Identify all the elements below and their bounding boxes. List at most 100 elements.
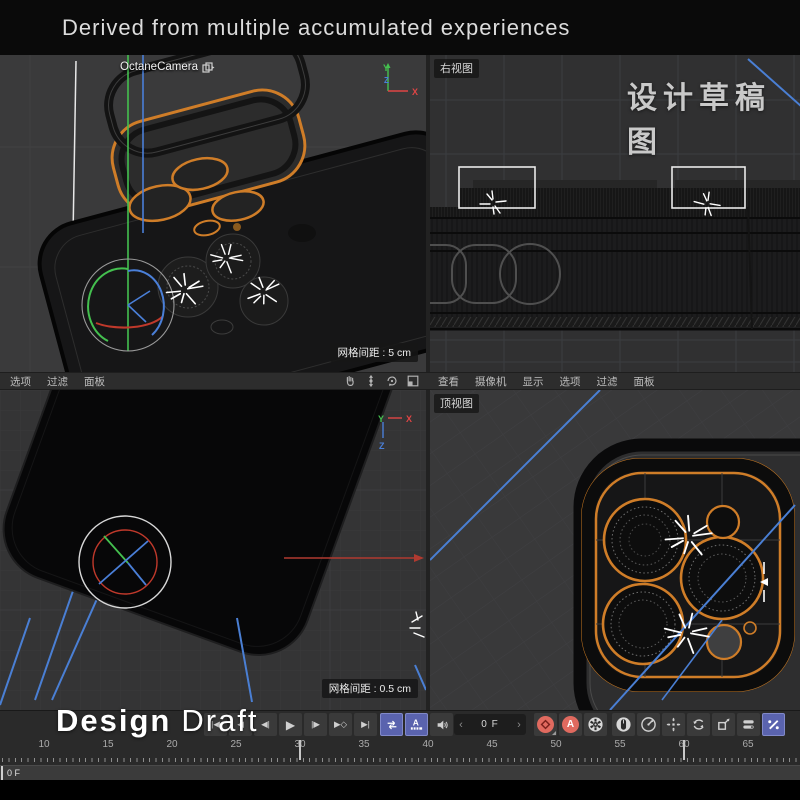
axis-gizmo-perspective: Y Z X	[378, 59, 424, 105]
frame-increment-arrow[interactable]: ›	[512, 719, 526, 731]
ruler-tick-label: 45	[486, 739, 497, 750]
play-sound-button[interactable]	[430, 713, 453, 736]
current-frame-label: 0 F	[7, 768, 20, 778]
bottom-black-bar	[0, 780, 800, 800]
grid-spacing-label-back: 网格间距 : 0.5 cm	[322, 679, 418, 698]
viewport-divider-top[interactable]	[426, 55, 430, 372]
frame-decrement-arrow[interactable]: ‹	[454, 719, 468, 731]
next-key-button[interactable]: ▶◇	[329, 713, 352, 736]
rotation-interpolation-button[interactable]	[637, 713, 660, 736]
keyframe-selection-button[interactable]	[612, 713, 635, 736]
perspective-art	[0, 55, 426, 372]
menu-display[interactable]: 显示	[523, 374, 544, 389]
record-position-button[interactable]	[662, 713, 685, 736]
top-view-art	[430, 390, 800, 710]
selection-filter-icon	[615, 716, 632, 733]
camera-link-icon	[202, 62, 215, 73]
pla-slash-icon	[766, 717, 781, 732]
menu-options-left[interactable]: 选项	[10, 374, 31, 389]
timeline-ruler[interactable]: 10 15 20 25 30 35 40 45 50 55 60 65	[0, 738, 800, 753]
grid-spacing-label: 网格间距 : 5 cm	[330, 343, 418, 362]
design-sketch-watermark: 设计草稿图	[627, 73, 800, 161]
ruler-tick-label: 15	[102, 739, 113, 750]
back-view-art	[0, 390, 426, 710]
minor-ticks	[2, 758, 798, 762]
record-scale-button[interactable]	[712, 713, 735, 736]
major-tick-30	[299, 740, 301, 760]
autokey-button[interactable]: A	[559, 713, 582, 736]
play-range-button[interactable]: A	[405, 713, 428, 736]
menu-filter-left[interactable]: 过滤	[47, 374, 68, 389]
major-tick-60	[683, 740, 685, 760]
menubar-left: 选项 过滤 面板	[0, 373, 428, 389]
move-vertical-icon[interactable]	[364, 374, 378, 388]
play-button[interactable]: ▶	[279, 713, 302, 736]
ruler-tick-label: 50	[550, 739, 561, 750]
ruler-tick-label: 25	[230, 739, 241, 750]
svg-text:Y: Y	[383, 63, 389, 73]
scale-box-icon	[716, 717, 731, 732]
menu-filter-right[interactable]: 过滤	[597, 374, 618, 389]
banner-title: Derived from multiple accumulated experi…	[62, 15, 570, 41]
next-frame-button[interactable]: |▶	[304, 713, 327, 736]
svg-text:Y: Y	[378, 414, 384, 424]
design-draft-watermark: DesignDraft	[56, 703, 259, 739]
autokey-a-icon: A	[562, 716, 579, 733]
speaker-icon	[435, 718, 449, 732]
ruler-tick-label: 65	[742, 739, 753, 750]
frame-strip[interactable]: 0 F	[0, 765, 800, 780]
ruler-tick-label: 20	[166, 739, 177, 750]
keying-group: A	[534, 713, 607, 736]
viewport-top-view[interactable]: 顶视图	[430, 390, 800, 710]
playhead-marker[interactable]	[1, 766, 3, 780]
position-crosshair-icon	[666, 717, 681, 732]
gear-icon	[587, 716, 604, 733]
playback-mode-group: A	[380, 713, 428, 736]
record-keyframe-button[interactable]	[534, 713, 557, 736]
ruler-tick-label: 10	[38, 739, 49, 750]
svg-text:Z: Z	[384, 76, 389, 85]
timeline-tickrow[interactable]	[0, 753, 800, 765]
goto-end-button[interactable]: ▶|	[354, 713, 377, 736]
menu-view[interactable]: 查看	[438, 374, 459, 389]
layers-icon	[741, 717, 756, 732]
pan-hand-icon[interactable]	[343, 374, 357, 388]
svg-text:X: X	[412, 87, 418, 97]
ruler-tick-label: 40	[422, 739, 433, 750]
loop-icon	[385, 718, 399, 732]
viewport-back[interactable]: Y X Z 网格间距 : 0.5 cm	[0, 390, 426, 710]
svg-text:A: A	[413, 717, 419, 727]
rotate-view-icon[interactable]	[385, 374, 399, 388]
menu-panel-left[interactable]: 面板	[84, 374, 105, 389]
keyframe-filter-group	[612, 713, 660, 736]
axis-gizmo-back: Y X Z	[376, 412, 422, 458]
keyframe-diamond-icon	[540, 719, 551, 730]
dial-icon	[640, 716, 657, 733]
keyframe-settings-button[interactable]	[584, 713, 607, 736]
record-rotation-button[interactable]	[687, 713, 710, 736]
ruler-tick-label: 35	[358, 739, 369, 750]
sound-group	[430, 713, 453, 736]
viewport-right-view[interactable]: 右视图 设计草稿图	[430, 55, 800, 372]
record-pla-button[interactable]	[762, 713, 785, 736]
rotation-arrows-icon	[691, 717, 706, 732]
viewport-menubar: 选项 过滤 面板 查看 摄像机 显示 选项	[0, 372, 800, 390]
menu-panel-right[interactable]: 面板	[634, 374, 655, 389]
viewport-perspective[interactable]: OctaneCamera Y Z X 网格间距 : 5 cm	[0, 55, 426, 372]
menu-options-right[interactable]: 选项	[560, 374, 581, 389]
top-banner: Derived from multiple accumulated experi…	[0, 0, 800, 55]
menubar-right: 查看 摄像机 显示 选项 过滤 面板	[428, 373, 800, 389]
record-parameter-button[interactable]	[737, 713, 760, 736]
ruler-tick-label: 55	[614, 739, 625, 750]
menu-camera[interactable]: 摄像机	[475, 374, 507, 389]
record-channel-group	[662, 713, 785, 736]
camera-label[interactable]: OctaneCamera	[120, 61, 215, 73]
current-frame-field[interactable]: ‹ 0 F ›	[454, 714, 526, 735]
svg-text:X: X	[406, 414, 412, 424]
viewport-title-top: 顶视图	[434, 394, 479, 413]
frame-value: 0 F	[468, 719, 512, 730]
loop-playback-button[interactable]	[380, 713, 403, 736]
range-a-icon: A	[409, 717, 424, 732]
svg-text:Z: Z	[379, 441, 385, 451]
maximize-viewport-icon[interactable]	[406, 374, 420, 388]
